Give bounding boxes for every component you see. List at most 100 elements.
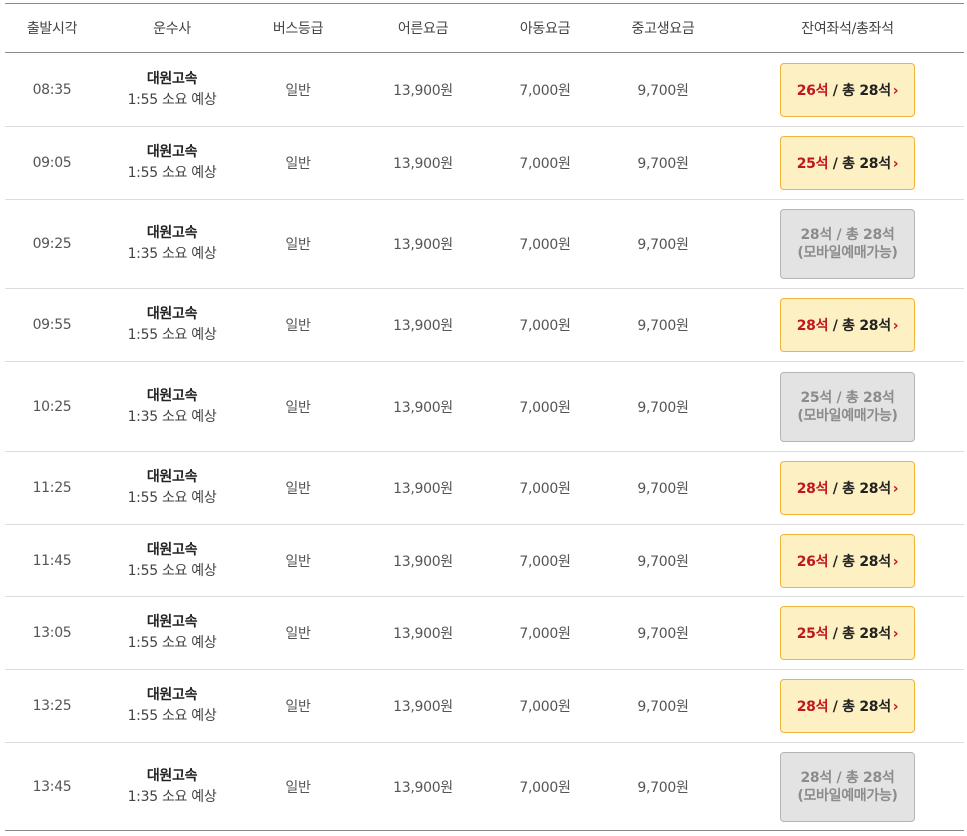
adult-fare: 13,900원 xyxy=(393,553,453,570)
departure-time: 13:25 xyxy=(32,698,72,714)
mobile-booking-note: (모바일예매가능) xyxy=(797,407,898,424)
remaining-seats: 25석 xyxy=(796,626,829,642)
remaining-seats: 28석 xyxy=(796,699,829,715)
total-seats: / 총 28석 xyxy=(828,156,891,172)
adult-fare: 13,900원 xyxy=(393,399,453,416)
departure-time: 11:25 xyxy=(32,480,72,496)
company-name: 대원고속 xyxy=(146,469,198,485)
adult-fare: 13,900원 xyxy=(393,156,453,172)
remaining-seats: 25석 xyxy=(796,156,829,172)
company-cell: 대원고속 1:55 소요 예상 xyxy=(99,525,245,596)
bus-grade: 일반 xyxy=(285,237,311,253)
header-student-fare: 중고생요금 xyxy=(631,21,695,37)
total-seats: / 총 28석 xyxy=(828,318,891,334)
trip-duration: 1:55 소요 예상 xyxy=(127,562,217,579)
company-cell: 대원고속 1:55 소요 예상 xyxy=(99,670,245,742)
seat-cell: 25석 / 총 28석 (모바일예매가능) xyxy=(731,362,964,451)
departure-time: 09:05 xyxy=(32,155,72,171)
mobile-booking-note: (모바일예매가능) xyxy=(797,787,898,804)
child-fare: 7,000원 xyxy=(519,779,571,796)
table-row: 11:45 대원고속 1:55 소요 예상 일반 13,900원 7,000원 9,700원… xyxy=(5,525,964,597)
seat-cell: 28석 / 총 28석 › xyxy=(731,289,964,361)
child-fare: 7,000원 xyxy=(519,626,571,642)
total-seats: / 총 28석 xyxy=(831,389,895,406)
company-name: 대원고속 xyxy=(146,614,198,630)
table-row: 10:25 대원고속 1:35 소요 예상 일반 13,900원 7,000원 9,700원… xyxy=(5,362,964,452)
total-seats: / 총 28석 xyxy=(828,626,891,642)
seat-select-button[interactable]: 26석 / 총 28석 › xyxy=(780,533,915,588)
total-seats: / 총 28석 xyxy=(828,82,891,99)
bus-grade: 일반 xyxy=(285,779,311,796)
company-name: 대원고속 xyxy=(146,144,198,160)
chevron-right-icon: › xyxy=(892,553,899,570)
seat-cell: 28석 / 총 28석 (모바일예매가능) xyxy=(731,200,964,288)
trip-duration: 1:55 소요 예상 xyxy=(127,327,217,343)
seat-cell: 26석 / 총 28석 › xyxy=(731,53,964,126)
bus-grade: 일반 xyxy=(285,553,311,570)
company-name: 대원고속 xyxy=(146,306,198,322)
seat-cell: 26석 / 총 28석 › xyxy=(731,525,964,596)
seat-select-button[interactable]: 26석 / 총 28석 › xyxy=(780,62,915,117)
seat-select-button[interactable]: 28석 / 총 28석 › xyxy=(780,298,915,352)
child-fare: 7,000원 xyxy=(519,82,571,99)
table-row: 08:35 대원고속 1:55 소요 예상 일반 13,900원 7,000원 9,700원… xyxy=(5,53,964,127)
remaining-seats: 28석 xyxy=(800,227,832,243)
trip-duration: 1:55 소요 예상 xyxy=(127,91,217,108)
departure-time: 09:25 xyxy=(32,236,72,252)
seat-cell: 28석 / 총 28석 (모바일예매가능) xyxy=(731,743,964,830)
company-name: 대원고속 xyxy=(146,541,198,558)
chevron-right-icon: › xyxy=(892,699,899,715)
seat-count: 26석 / 총 28석 › xyxy=(797,551,899,571)
adult-fare: 13,900원 xyxy=(393,699,453,715)
seat-count: 28석 / 총 28석 › xyxy=(797,315,899,335)
chevron-right-icon: › xyxy=(892,626,899,642)
bus-grade: 일반 xyxy=(285,318,311,334)
student-fare: 9,700원 xyxy=(637,399,689,416)
table-row: 13:05 대원고속 1:55 소요 예상 일반 13,900원 7,000원 9,700원… xyxy=(5,597,964,670)
table-row: 09:05 대원고속 1:55 소요 예상 일반 13,900원 7,000원 9,700원… xyxy=(5,127,964,200)
header-departure-time: 출발시각 xyxy=(26,21,78,37)
child-fare: 7,000원 xyxy=(519,156,571,172)
header-bus-grade: 버스등급 xyxy=(272,21,324,37)
remaining-seats: 28석 xyxy=(800,769,832,786)
header-company: 운수사 xyxy=(153,21,191,37)
company-cell: 대원고속 1:55 소요 예상 xyxy=(99,127,245,199)
departure-time: 08:35 xyxy=(32,81,72,98)
adult-fare: 13,900원 xyxy=(393,626,453,642)
bus-grade: 일반 xyxy=(285,626,311,642)
company-cell: 대원고속 1:35 소요 예상 xyxy=(99,362,245,451)
company-cell: 대원고속 1:35 소요 예상 xyxy=(99,200,245,288)
table-row: 11:25 대원고속 1:55 소요 예상 일반 13,900원 7,000원 9,700원… xyxy=(5,452,964,525)
departure-time: 13:05 xyxy=(32,625,72,641)
child-fare: 7,000원 xyxy=(519,318,571,334)
trip-duration: 1:35 소요 예상 xyxy=(127,408,217,425)
seat-select-button[interactable]: 25석 / 총 28석 › xyxy=(780,606,915,660)
table-header: 출발시각 운수사 버스등급 어른요금 아동요금 중고생요금 잔여좌석/총좌석 xyxy=(5,4,964,53)
remaining-seats: 26석 xyxy=(796,553,829,570)
seat-select-button[interactable]: 25석 / 총 28석 › xyxy=(780,136,915,190)
student-fare: 9,700원 xyxy=(637,626,689,642)
seat-select-button[interactable]: 28석 / 총 28석 › xyxy=(780,679,915,733)
student-fare: 9,700원 xyxy=(637,553,689,570)
seat-select-button[interactable]: 28석 / 총 28석 › xyxy=(780,461,915,515)
departure-time: 13:45 xyxy=(32,778,72,795)
total-seats: / 총 28석 xyxy=(828,481,891,497)
trip-duration: 1:55 소요 예상 xyxy=(127,490,217,506)
trip-duration: 1:55 소요 예상 xyxy=(127,708,217,724)
seat-count: 28석 / 총 28석 xyxy=(800,226,894,244)
chevron-right-icon: › xyxy=(892,82,899,99)
company-name: 대원고속 xyxy=(146,387,198,404)
table-row: 13:25 대원고속 1:55 소요 예상 일반 13,900원 7,000원 9,700원… xyxy=(5,670,964,743)
table-row: 09:55 대원고속 1:55 소요 예상 일반 13,900원 7,000원 9,700원… xyxy=(5,289,964,362)
seat-count: 25석 / 총 28석 › xyxy=(797,623,899,643)
departure-time: 11:45 xyxy=(32,552,72,569)
mobile-booking-note: (모바일예매가능) xyxy=(797,245,898,261)
seat-count: 26석 / 총 28석 › xyxy=(797,80,899,100)
table-row: 13:45 대원고속 1:35 소요 예상 일반 13,900원 7,000원 9,700원… xyxy=(5,743,964,831)
student-fare: 9,700원 xyxy=(637,82,689,99)
header-seats: 잔여좌석/총좌석 xyxy=(801,21,894,37)
remaining-seats: 28석 xyxy=(796,318,829,334)
total-seats: / 총 28석 xyxy=(831,769,895,786)
company-name: 대원고속 xyxy=(146,225,198,241)
seat-count: 25석 / 총 28석 › xyxy=(797,153,899,173)
